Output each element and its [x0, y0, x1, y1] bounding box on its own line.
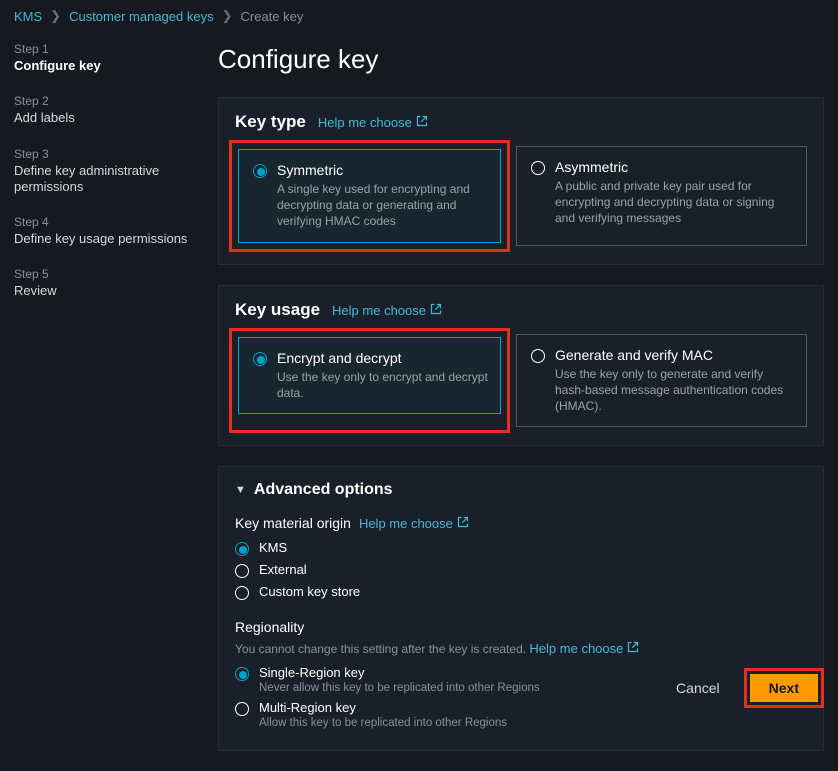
option-generate-verify-mac[interactable]: Generate and verify MAC Use the key only… — [516, 334, 807, 428]
step-1[interactable]: Step 1 Configure key — [14, 36, 190, 88]
external-link-icon — [416, 115, 428, 130]
radio-icon — [531, 349, 545, 363]
external-link-icon — [430, 303, 442, 318]
radio-icon — [253, 352, 267, 366]
option-symmetric[interactable]: Symmetric A single key used for encrypti… — [238, 149, 501, 243]
key-usage-help-link[interactable]: Help me choose — [332, 303, 442, 318]
chevron-right-icon: ❯ — [222, 8, 233, 24]
origin-help-link[interactable]: Help me choose — [359, 516, 469, 531]
regionality-note: You cannot change this setting after the… — [235, 641, 807, 656]
step-3[interactable]: Step 3 Define key administrative permiss… — [14, 141, 190, 210]
option-encrypt-decrypt[interactable]: Encrypt and decrypt Use the key only to … — [238, 337, 501, 414]
highlight-next-button: Next — [744, 668, 824, 708]
radio-icon — [235, 542, 249, 556]
key-usage-heading: Key usage — [235, 300, 320, 320]
step-2[interactable]: Step 2 Add labels — [14, 88, 190, 140]
breadcrumb-current: Create key — [241, 9, 304, 24]
key-type-panel: Key type Help me choose Symmetric A sing… — [218, 97, 824, 265]
radio-icon — [235, 564, 249, 578]
key-type-heading: Key type — [235, 112, 306, 132]
origin-radio-group: KMS External Custom key store — [235, 537, 807, 603]
chevron-right-icon: ❯ — [50, 8, 61, 24]
origin-option-custom-key-store[interactable]: Custom key store — [235, 581, 807, 603]
cancel-button[interactable]: Cancel — [666, 674, 730, 702]
step-5[interactable]: Step 5 Review — [14, 261, 190, 313]
external-link-icon — [457, 516, 469, 531]
external-link-icon — [627, 641, 639, 656]
origin-option-external[interactable]: External — [235, 559, 807, 581]
wizard-steps: Step 1 Configure key Step 2 Add labels S… — [0, 30, 190, 771]
page-title: Configure key — [218, 44, 824, 75]
key-type-help-link[interactable]: Help me choose — [318, 115, 428, 130]
next-button[interactable]: Next — [750, 674, 818, 702]
radio-icon — [531, 161, 545, 175]
radio-icon — [235, 586, 249, 600]
option-asymmetric[interactable]: Asymmetric A public and private key pair… — [516, 146, 807, 246]
wizard-footer: Cancel Next — [666, 668, 824, 708]
breadcrumb: KMS ❯ Customer managed keys ❯ Create key — [0, 0, 838, 30]
breadcrumb-mid[interactable]: Customer managed keys — [69, 9, 214, 24]
radio-icon — [235, 667, 249, 681]
regionality-help-link[interactable]: Help me choose — [529, 641, 639, 656]
radio-icon — [253, 164, 267, 178]
advanced-options-toggle[interactable]: ▼ Advanced options — [235, 481, 807, 499]
radio-icon — [235, 702, 249, 716]
highlight-key-type-symmetric: Symmetric A single key used for encrypti… — [229, 140, 510, 252]
origin-option-kms[interactable]: KMS — [235, 537, 807, 559]
main-content: Configure key Key type Help me choose Sy… — [190, 30, 838, 771]
chevron-down-icon: ▼ — [235, 484, 246, 496]
highlight-key-usage-encrypt: Encrypt and decrypt Use the key only to … — [229, 328, 510, 434]
step-4[interactable]: Step 4 Define key usage permissions — [14, 209, 190, 261]
key-material-origin-label: Key material origin Help me choose — [235, 515, 469, 531]
key-usage-panel: Key usage Help me choose Encrypt and dec… — [218, 285, 824, 447]
advanced-options-panel: ▼ Advanced options Key material origin H… — [218, 466, 824, 751]
breadcrumb-root[interactable]: KMS — [14, 9, 42, 24]
regionality-label: Regionality — [235, 619, 304, 635]
